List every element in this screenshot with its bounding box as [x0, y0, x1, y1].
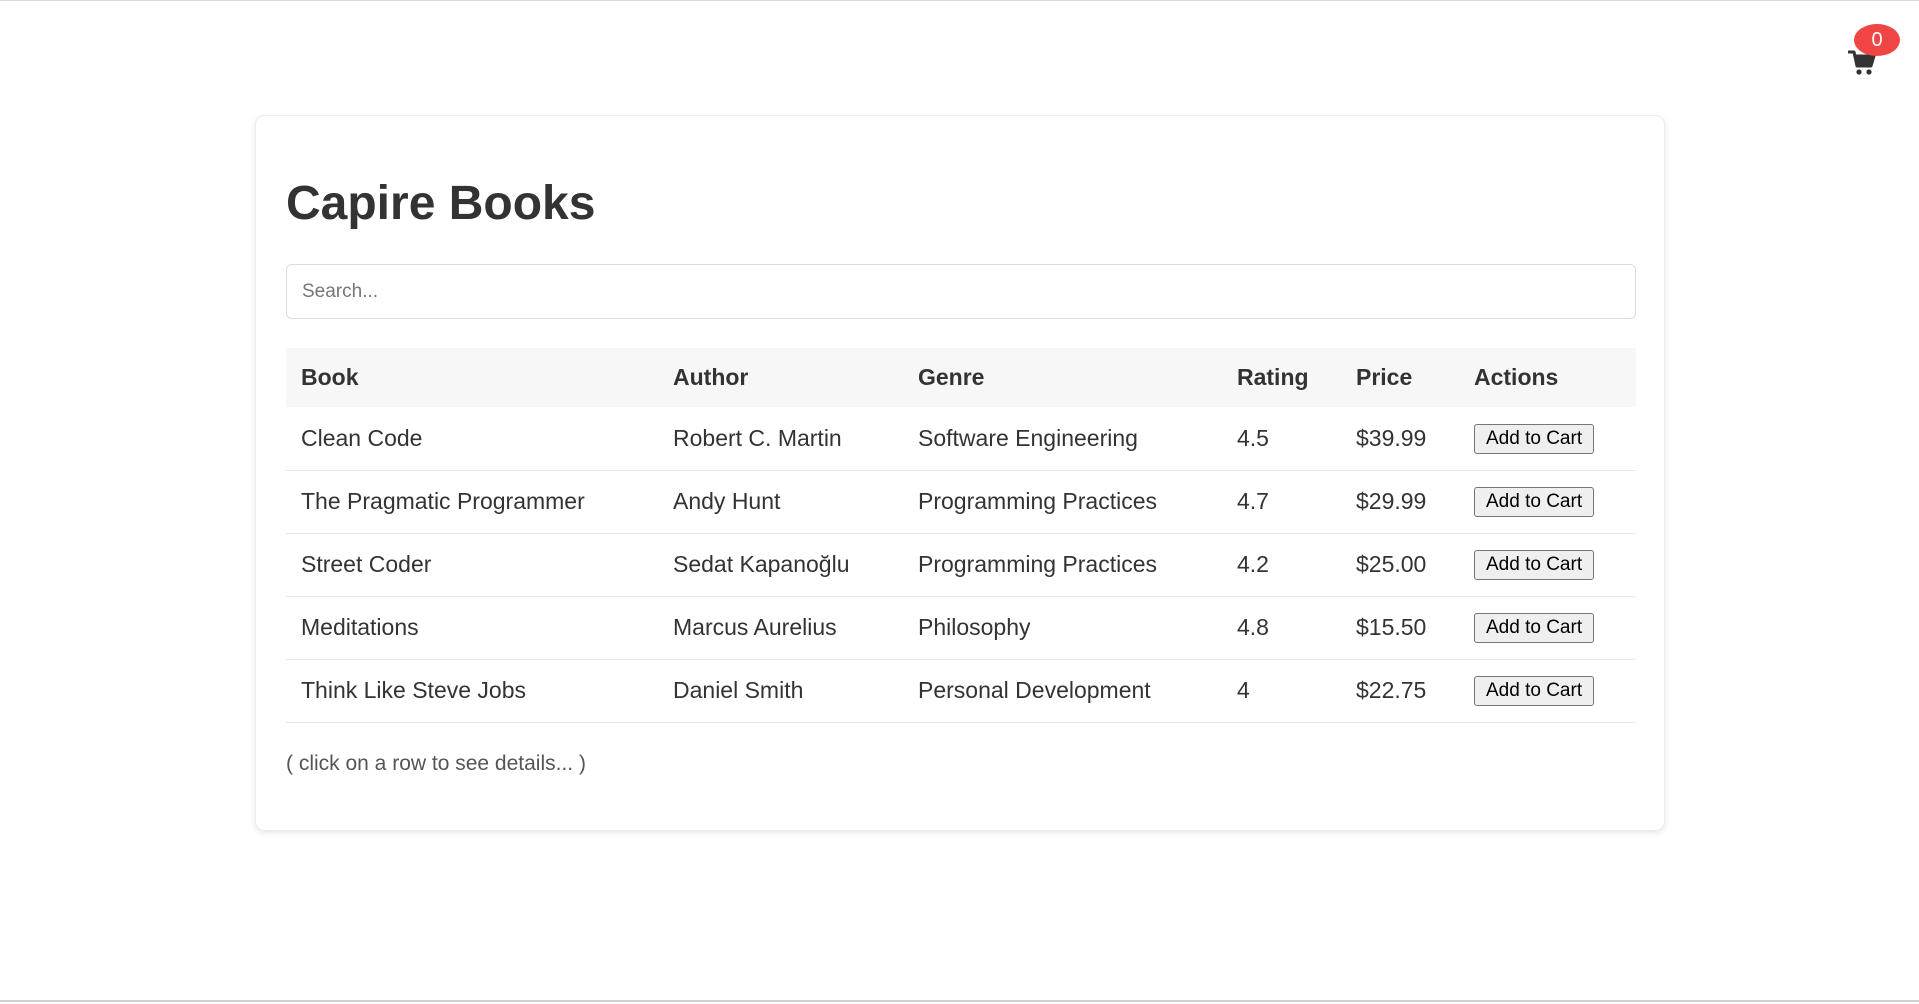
details-hint: ( click on a row to see details... ) — [286, 752, 586, 775]
table-row[interactable]: Clean Code Robert C. Martin Software Eng… — [286, 407, 1636, 471]
book-title-cell: The Pragmatic Programmer — [286, 470, 658, 534]
add-to-cart-button[interactable]: Add to Cart — [1474, 613, 1595, 643]
add-to-cart-button[interactable]: Add to Cart — [1474, 550, 1595, 580]
author-cell: Sedat Kapanoğlu — [658, 533, 903, 597]
author-cell: Marcus Aurelius — [658, 596, 903, 660]
page-title: Capire Books — [286, 177, 596, 230]
genre-cell: Software Engineering — [903, 407, 1222, 471]
rating-cell: 4.7 — [1222, 470, 1341, 534]
cart-count-badge: 0 — [1854, 24, 1900, 56]
actions-cell: Add to Cart — [1459, 659, 1636, 723]
book-title-cell: Think Like Steve Jobs — [286, 659, 658, 723]
genre-cell: Programming Practices — [903, 533, 1222, 597]
rating-cell: 4.5 — [1222, 407, 1341, 471]
add-to-cart-button[interactable]: Add to Cart — [1474, 423, 1595, 454]
add-to-cart-button[interactable]: Add to Cart — [1474, 487, 1595, 517]
rating-cell: 4.8 — [1222, 596, 1341, 660]
column-header-rating[interactable]: Rating — [1222, 348, 1341, 407]
price-cell: $39.99 — [1341, 407, 1459, 471]
column-header-actions: Actions — [1459, 348, 1636, 407]
author-cell: Daniel Smith — [658, 659, 903, 723]
books-card: Capire Books Book Author Genre Rating Pr… — [255, 115, 1665, 831]
book-title-cell: Meditations — [286, 596, 658, 660]
table-row[interactable]: Meditations Marcus Aurelius Philosophy 4… — [286, 596, 1636, 660]
table-row[interactable]: Think Like Steve Jobs Daniel Smith Perso… — [286, 659, 1636, 723]
actions-cell: Add to Cart — [1459, 470, 1636, 534]
price-cell: $22.75 — [1341, 659, 1459, 723]
table-row[interactable]: The Pragmatic Programmer Andy Hunt Progr… — [286, 470, 1636, 534]
price-cell: $25.00 — [1341, 533, 1459, 597]
bottom-divider — [0, 1000, 1919, 1002]
table-header-row: Book Author Genre Rating Price Actions — [286, 348, 1636, 407]
column-header-author[interactable]: Author — [658, 348, 903, 407]
search-input[interactable] — [286, 264, 1636, 319]
price-cell: $29.99 — [1341, 470, 1459, 534]
actions-cell: Add to Cart — [1459, 596, 1636, 660]
genre-cell: Personal Development — [903, 659, 1222, 723]
author-cell: Andy Hunt — [658, 470, 903, 534]
cart-button[interactable]: 0 — [1846, 24, 1900, 80]
book-title-cell: Clean Code — [286, 407, 658, 471]
column-header-price[interactable]: Price — [1341, 348, 1459, 407]
table-row[interactable]: Street Coder Sedat Kapanoğlu Programming… — [286, 533, 1636, 597]
actions-cell: Add to Cart — [1459, 533, 1636, 597]
top-divider — [0, 0, 1919, 1]
genre-cell: Programming Practices — [903, 470, 1222, 534]
rating-cell: 4.2 — [1222, 533, 1341, 597]
book-title-cell: Street Coder — [286, 533, 658, 597]
books-table: Book Author Genre Rating Price Actions C… — [286, 348, 1636, 723]
column-header-book[interactable]: Book — [286, 348, 658, 407]
genre-cell: Philosophy — [903, 596, 1222, 660]
actions-cell: Add to Cart — [1459, 407, 1636, 471]
rating-cell: 4 — [1222, 659, 1341, 723]
add-to-cart-button[interactable]: Add to Cart — [1474, 676, 1595, 706]
author-cell: Robert C. Martin — [658, 407, 903, 471]
column-header-genre[interactable]: Genre — [903, 348, 1222, 407]
price-cell: $15.50 — [1341, 596, 1459, 660]
